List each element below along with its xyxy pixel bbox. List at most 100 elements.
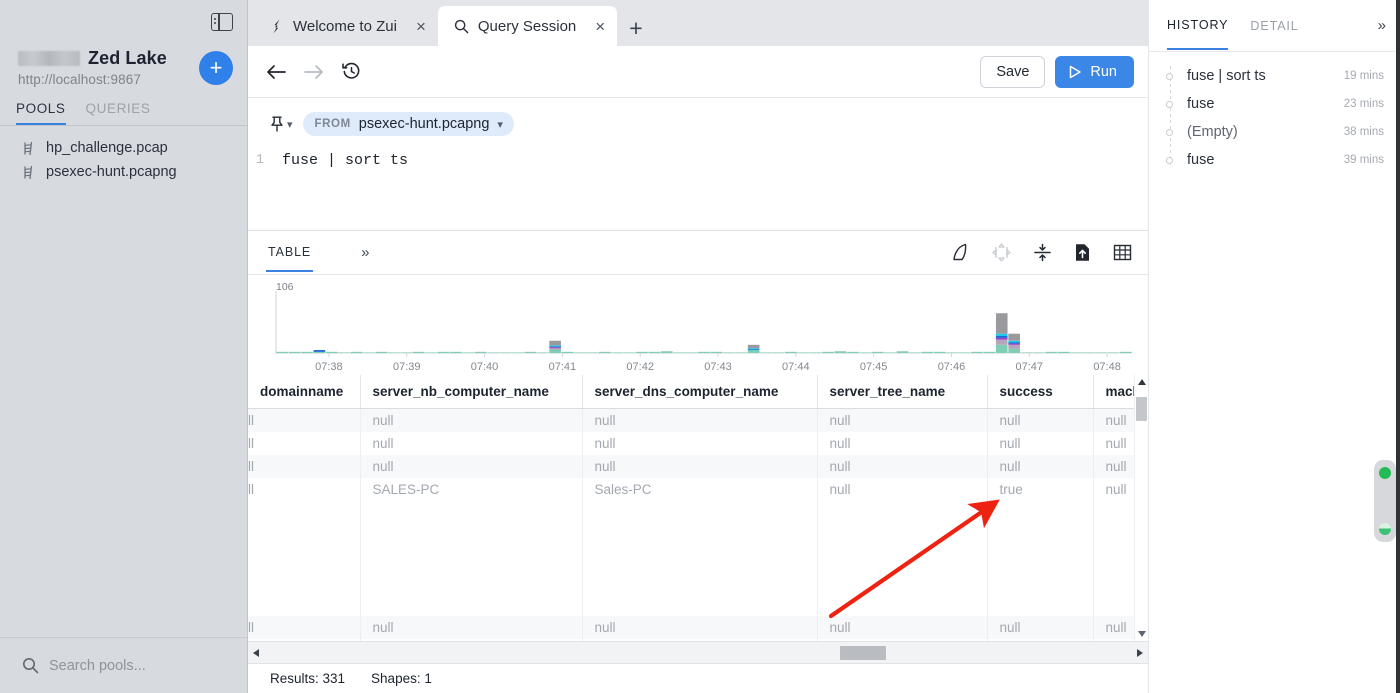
search-icon bbox=[454, 19, 469, 33]
tab-close-icon[interactable]: × bbox=[416, 18, 426, 35]
table-cell[interactable]: null bbox=[987, 616, 1094, 639]
from-pool-selector[interactable]: FROM psexec-hunt.pcapng ▾ bbox=[302, 112, 514, 136]
table-cell[interactable]: null bbox=[1093, 432, 1137, 455]
history-query: fuse | sort ts bbox=[1187, 68, 1266, 84]
run-button[interactable]: Run bbox=[1055, 55, 1134, 88]
tab-close-icon[interactable]: × bbox=[595, 18, 605, 35]
column-header-server_nb_computer_name[interactable]: server_nb_computer_name bbox=[360, 375, 583, 409]
table-cell[interactable]: null bbox=[987, 408, 1094, 432]
table-grid-icon[interactable] bbox=[1113, 243, 1132, 262]
column-header-domainname[interactable]: domainname bbox=[248, 375, 361, 409]
from-row: ▾ FROM psexec-hunt.pcapng ▾ bbox=[248, 112, 1148, 136]
column-header-server_dns_computer_name[interactable]: server_dns_computer_name bbox=[582, 375, 818, 409]
search-pools-input[interactable]: Search pools... bbox=[0, 637, 247, 693]
query-editor[interactable]: ▾ FROM psexec-hunt.pcapng ▾ 1 fuse | sor… bbox=[248, 98, 1148, 230]
table-cell-empty bbox=[987, 547, 1094, 570]
table-cell[interactable]: null bbox=[817, 455, 988, 478]
table-cell[interactable]: null bbox=[360, 616, 583, 639]
table-cell[interactable]: SALES-PC bbox=[360, 478, 583, 501]
histogram-bar bbox=[1008, 344, 1020, 349]
pool-item-hp-challenge[interactable]: hp_challenge.pcap bbox=[0, 136, 247, 160]
table-cell[interactable]: null bbox=[987, 455, 1094, 478]
results-more-button[interactable]: » bbox=[361, 244, 369, 261]
column-header-success[interactable]: success bbox=[987, 375, 1094, 409]
table-horizontal-scrollbar[interactable] bbox=[248, 641, 1148, 663]
time-histogram[interactable]: 106 07:38 07:39 07:40 07:41 07:42 07:43 07:44 0… bbox=[248, 275, 1148, 375]
table-cell[interactable]: ll bbox=[248, 616, 361, 639]
table-cell[interactable]: null bbox=[360, 408, 583, 432]
table-cell[interactable]: null bbox=[1093, 408, 1137, 432]
scroll-up-icon[interactable] bbox=[1138, 379, 1146, 385]
vertical-scroll-thumb[interactable] bbox=[1136, 397, 1147, 421]
tab-detail[interactable]: DETAIL bbox=[1250, 2, 1298, 49]
horizontal-scroll-thumb[interactable] bbox=[840, 646, 886, 660]
shark-fin-icon[interactable] bbox=[951, 243, 970, 262]
table-cell[interactable]: null bbox=[1093, 616, 1137, 639]
history-item[interactable]: fuse 39 mins bbox=[1149, 146, 1400, 174]
table-cell[interactable]: null bbox=[582, 432, 818, 455]
table-vertical-scrollbar[interactable] bbox=[1134, 375, 1148, 641]
add-pool-button[interactable]: + bbox=[199, 50, 233, 85]
table-cell[interactable]: null bbox=[817, 616, 988, 639]
histogram-bar bbox=[847, 351, 859, 353]
history-item[interactable]: fuse | sort ts 19 mins bbox=[1149, 62, 1400, 90]
table-cell[interactable]: null bbox=[1093, 478, 1137, 501]
table-cell[interactable]: null bbox=[582, 408, 818, 432]
scroll-down-icon[interactable] bbox=[1138, 631, 1146, 637]
green-status-dot-icon bbox=[1379, 467, 1391, 479]
table-row[interactable]: llnullnullnullnullnull bbox=[248, 408, 1137, 432]
table-row[interactable]: llnullnullnullnullnull bbox=[248, 432, 1137, 455]
table-cell[interactable]: ll bbox=[248, 408, 361, 432]
history-item[interactable]: fuse 23 mins bbox=[1149, 90, 1400, 118]
export-file-icon[interactable] bbox=[1074, 243, 1091, 262]
sidebar-tab-pools[interactable]: POOLS bbox=[16, 101, 66, 125]
scroll-left-icon[interactable] bbox=[253, 649, 259, 657]
table-cell[interactable]: null bbox=[817, 432, 988, 455]
tab-query-session[interactable]: Query Session × bbox=[437, 6, 618, 46]
histogram-bar bbox=[772, 352, 785, 353]
table-row[interactable]: llnullnullnullnullnull bbox=[248, 455, 1137, 478]
table-cell[interactable]: Sales-PC bbox=[582, 478, 818, 501]
tab-history[interactable]: HISTORY bbox=[1167, 1, 1229, 50]
table-cell[interactable]: null bbox=[582, 455, 818, 478]
panel-toggle-icon[interactable] bbox=[211, 13, 233, 31]
table-cell[interactable]: ll bbox=[248, 432, 361, 455]
table-cell[interactable]: ll bbox=[248, 478, 361, 501]
table-cell[interactable]: null bbox=[1093, 455, 1137, 478]
table-cell[interactable]: null bbox=[582, 616, 818, 639]
table-cell[interactable]: null bbox=[817, 408, 988, 432]
clock-history-icon[interactable] bbox=[342, 62, 361, 81]
histogram-bar bbox=[909, 352, 921, 353]
tab-welcome-to-zui[interactable]: Welcome to Zui × bbox=[254, 6, 438, 46]
histogram-bar bbox=[350, 351, 363, 353]
run-label: Run bbox=[1090, 63, 1117, 80]
scroll-right-icon[interactable] bbox=[1137, 649, 1143, 657]
histogram-bar bbox=[313, 350, 326, 352]
sidebar-tab-queries[interactable]: QUERIES bbox=[86, 101, 151, 125]
histogram-bar bbox=[785, 351, 797, 353]
new-tab-button[interactable]: + bbox=[629, 17, 642, 40]
pool-item-psexec-hunt[interactable]: psexec-hunt.pcapng bbox=[0, 160, 247, 184]
right-panel-expand-button[interactable]: » bbox=[1378, 17, 1386, 34]
pool-label: hp_challenge.pcap bbox=[46, 140, 168, 156]
table-cell[interactable]: null bbox=[360, 455, 583, 478]
edge-status-widget[interactable] bbox=[1374, 460, 1396, 542]
tab-table[interactable]: TABLE bbox=[266, 233, 314, 272]
query-text[interactable]: fuse | sort ts bbox=[282, 152, 408, 169]
table-row[interactable]: ll SALES-PC Sales-PC null true null bbox=[248, 478, 1137, 501]
pin-icon[interactable]: ▾ bbox=[270, 116, 293, 132]
collapse-vertical-icon[interactable] bbox=[1033, 243, 1052, 262]
history-item[interactable]: (Empty) 38 mins bbox=[1149, 118, 1400, 146]
table-cell-empty bbox=[582, 593, 818, 616]
save-button[interactable]: Save bbox=[980, 55, 1046, 88]
column-header-server_tree_name[interactable]: server_tree_name bbox=[817, 375, 988, 409]
table-row[interactable]: llnullnullnullnullnull bbox=[248, 616, 1137, 639]
table-cell[interactable]: ll bbox=[248, 455, 361, 478]
results-table[interactable]: domainname server_nb_computer_name server_… bbox=[248, 375, 1148, 663]
table-cell[interactable]: true bbox=[987, 478, 1094, 501]
column-header-mach[interactable]: mach bbox=[1093, 375, 1137, 409]
table-cell[interactable]: null bbox=[817, 478, 988, 501]
table-cell[interactable]: null bbox=[360, 432, 583, 455]
table-cell[interactable]: null bbox=[987, 432, 1094, 455]
arrow-left-icon[interactable] bbox=[266, 64, 286, 80]
